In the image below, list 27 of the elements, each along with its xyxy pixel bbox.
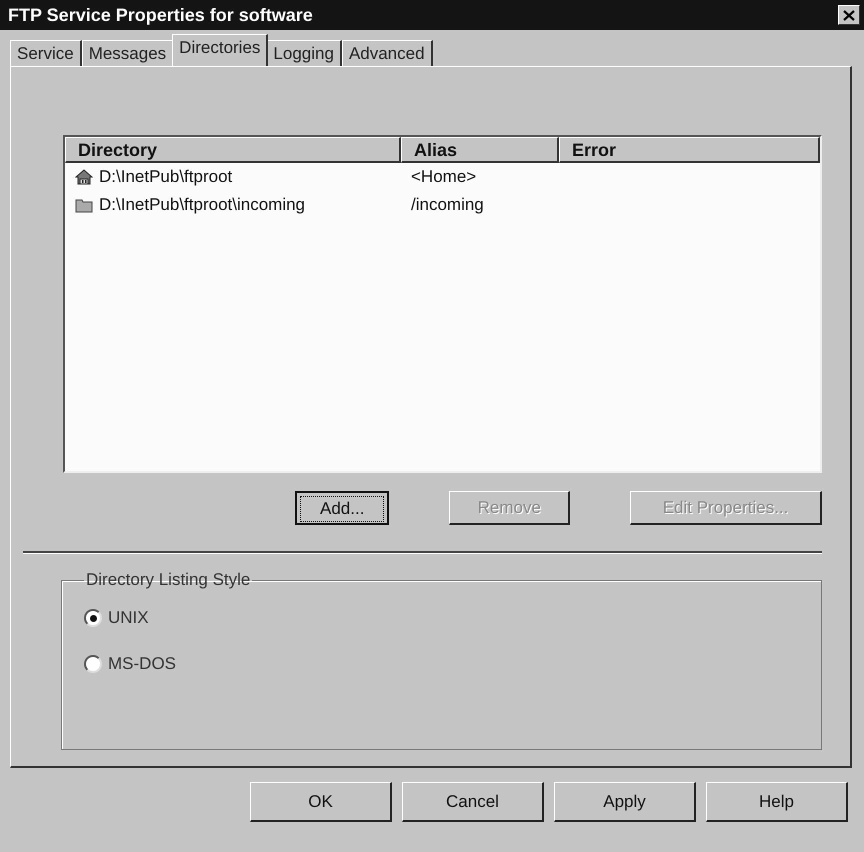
tab[interactable]: Service [10, 40, 82, 66]
tab[interactable]: Messages [82, 40, 174, 66]
close-icon [842, 8, 856, 22]
list-button[interactable]: Add... [295, 491, 390, 525]
tab[interactable]: Advanced [342, 40, 433, 66]
radio-option[interactable]: MS-DOS [84, 654, 799, 674]
tab[interactable]: Directories [172, 34, 268, 66]
radio-option[interactable]: UNIX [84, 608, 799, 628]
alias-text: <Home> [411, 167, 476, 187]
close-button[interactable] [838, 5, 860, 25]
dialog-button[interactable]: OK [250, 782, 392, 822]
dialog-button[interactable]: Help [706, 782, 848, 822]
radio-button[interactable] [84, 609, 102, 627]
column-header[interactable]: Alias [401, 137, 559, 163]
group-label: Directory Listing Style [85, 570, 252, 590]
window-title: FTP Service Properties for software [8, 4, 313, 26]
alias-text: /incoming [411, 195, 484, 215]
folder-icon [75, 197, 93, 213]
house-icon [75, 169, 93, 185]
radio-button[interactable] [84, 655, 102, 673]
directory-path: D:\InetPub\ftproot [99, 167, 232, 187]
directory-path: D:\InetPub\ftproot\incoming [99, 195, 306, 215]
dialog-button[interactable]: Apply [554, 782, 696, 822]
dialog-button[interactable]: Cancel [402, 782, 544, 822]
column-header[interactable]: Directory [65, 137, 401, 163]
tab[interactable]: Logging [266, 40, 342, 66]
column-header[interactable]: Error [559, 137, 820, 163]
